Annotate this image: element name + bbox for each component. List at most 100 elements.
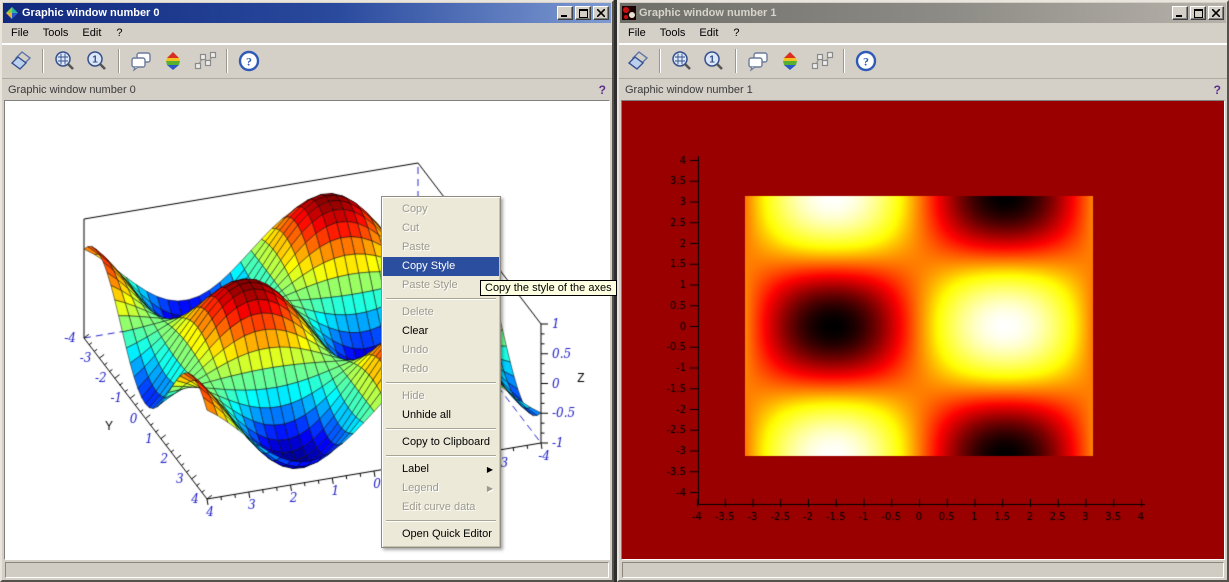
original-view-icon: 1: [702, 49, 726, 73]
menu-help[interactable]: ?: [108, 25, 130, 41]
context-menu-item-delete[interactable]: Delete: [383, 303, 499, 322]
menubar-0: File Tools Edit ?: [2, 23, 612, 43]
context-menu-item-hide[interactable]: Hide: [383, 387, 499, 406]
submenu-arrow-icon: ▶: [487, 460, 493, 479]
svg-text:?: ?: [863, 55, 869, 69]
svg-text:?: ?: [246, 55, 252, 69]
scilab-heatmap-icon: [622, 6, 636, 20]
context-menu-item-clear[interactable]: Clear: [383, 322, 499, 341]
context-menu-item-redo[interactable]: Redo: [383, 360, 499, 379]
menu-edit[interactable]: Edit: [692, 25, 725, 41]
zoom-area-icon: [670, 49, 694, 73]
svg-text:1: 1: [92, 55, 98, 66]
rotate-button[interactable]: [6, 47, 36, 75]
statusbar-0: [2, 560, 612, 580]
context-menu-item-copy-to-clipboard[interactable]: Copy to Clipboard: [383, 433, 499, 452]
close-button[interactable]: [593, 6, 609, 20]
ged-windows-icon: [746, 49, 770, 73]
maximize-button[interactable]: [575, 6, 591, 20]
context-menu-item-legend[interactable]: Legend▶: [383, 479, 499, 498]
zoom-area-button[interactable]: [50, 47, 80, 75]
tooltip: Copy the style of the axes: [480, 280, 617, 296]
maximize-button[interactable]: [1190, 6, 1206, 20]
original-view-button[interactable]: 1: [699, 47, 729, 75]
help-button[interactable]: ?: [851, 47, 881, 75]
toolbar-separator: [659, 49, 661, 73]
rotate-icon: [626, 49, 650, 73]
close-button[interactable]: [1208, 6, 1224, 20]
context-menu-item-unhide-all[interactable]: Unhide all: [383, 406, 499, 425]
surface-plot-canvas[interactable]: [5, 101, 610, 560]
window-title: Graphic window number 1: [639, 7, 1169, 19]
datatips-button[interactable]: [190, 47, 220, 75]
minimize-button[interactable]: [1172, 6, 1188, 20]
plot-area-1: [621, 100, 1225, 560]
graphic-window-1: Graphic window number 1 File Tools Edit …: [617, 0, 1229, 582]
toolbar-separator: [843, 49, 845, 73]
toolbar-0: 1: [2, 43, 612, 79]
context-menu-separator: [386, 455, 496, 457]
ged-windows-icon: [129, 49, 153, 73]
svg-text:1: 1: [709, 55, 715, 66]
help-button[interactable]: ?: [234, 47, 264, 75]
toolbar-1: 1: [619, 43, 1227, 79]
menu-tools[interactable]: Tools: [653, 25, 693, 41]
ged-windows-button[interactable]: [743, 47, 773, 75]
context-menu-separator: [386, 428, 496, 430]
help-icon: ?: [237, 49, 261, 73]
help-icon: ?: [854, 49, 878, 73]
ged-windows-button[interactable]: [126, 47, 156, 75]
figure-properties-icon: [161, 49, 185, 73]
titlebar-1[interactable]: Graphic window number 1: [620, 3, 1226, 23]
datatips-icon: [193, 49, 217, 73]
zoom-area-icon: [53, 49, 77, 73]
context-menu-separator: [386, 298, 496, 300]
context-menu-item-label[interactable]: Label▶: [383, 460, 499, 479]
menu-edit[interactable]: Edit: [75, 25, 108, 41]
context-menu-item-open-quick-editor[interactable]: Open Quick Editor: [383, 525, 499, 544]
window-title: Graphic window number 0: [22, 7, 554, 19]
infobar-1: Graphic window number 1 ?: [619, 79, 1227, 100]
menubar-1: File Tools Edit ?: [619, 23, 1227, 43]
figure-properties-icon: [778, 49, 802, 73]
heatmap-canvas[interactable]: [622, 101, 1225, 560]
context-menu-item-copy[interactable]: Copy: [383, 200, 499, 219]
context-menu-item-cut[interactable]: Cut: [383, 219, 499, 238]
info-help-icon[interactable]: ?: [1214, 83, 1221, 97]
toolbar-separator: [226, 49, 228, 73]
scilab-surface-icon: [5, 6, 19, 20]
original-view-button[interactable]: 1: [82, 47, 112, 75]
context-menu: Copy Cut Paste Copy Style Paste Style De…: [381, 196, 501, 548]
infobar-0: Graphic window number 0 ?: [2, 79, 612, 100]
rotate-icon: [9, 49, 33, 73]
status-field: [622, 562, 1224, 578]
figure-properties-button[interactable]: [775, 47, 805, 75]
minimize-button[interactable]: [557, 6, 573, 20]
menu-help[interactable]: ?: [725, 25, 747, 41]
menu-file[interactable]: File: [4, 25, 36, 41]
rotate-button[interactable]: [623, 47, 653, 75]
status-field: [5, 562, 609, 578]
original-view-icon: 1: [85, 49, 109, 73]
context-menu-separator: [386, 382, 496, 384]
context-menu-item-edit-curve-data[interactable]: Edit curve data: [383, 498, 499, 517]
toolbar-separator: [42, 49, 44, 73]
zoom-area-button[interactable]: [667, 47, 697, 75]
info-label: Graphic window number 1: [625, 84, 753, 96]
context-menu-item-paste[interactable]: Paste: [383, 238, 499, 257]
context-menu-item-undo[interactable]: Undo: [383, 341, 499, 360]
statusbar-1: [619, 560, 1227, 580]
toolbar-separator: [735, 49, 737, 73]
menu-tools[interactable]: Tools: [36, 25, 76, 41]
titlebar-0[interactable]: Graphic window number 0: [3, 3, 611, 23]
toolbar-separator: [118, 49, 120, 73]
datatips-icon: [810, 49, 834, 73]
context-menu-separator: [386, 520, 496, 522]
info-label: Graphic window number 0: [8, 84, 136, 96]
datatips-button[interactable]: [807, 47, 837, 75]
figure-properties-button[interactable]: [158, 47, 188, 75]
menu-file[interactable]: File: [621, 25, 653, 41]
context-menu-item-copy-style[interactable]: Copy Style: [383, 257, 499, 276]
info-help-icon[interactable]: ?: [599, 83, 606, 97]
submenu-arrow-icon: ▶: [487, 479, 493, 498]
